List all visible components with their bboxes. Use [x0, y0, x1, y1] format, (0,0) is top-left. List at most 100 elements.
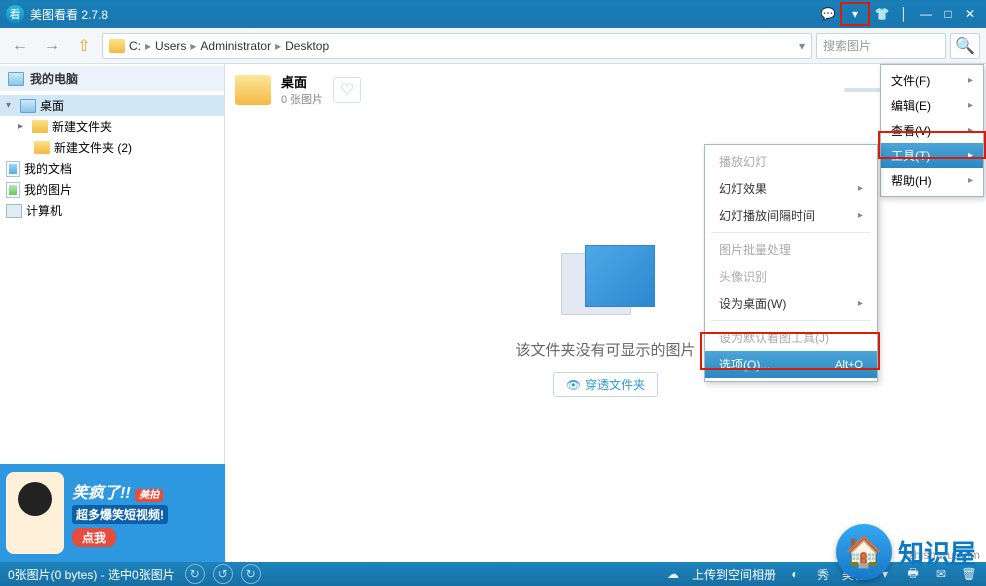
tree-label: 新建文件夹 (2)	[54, 139, 132, 156]
weibo-icon[interactable]: ◐	[786, 565, 804, 583]
folder-header: 桌面 0 张图片 ♡ 序 ▾	[225, 64, 986, 115]
menu-file[interactable]: 文件(F)▸	[881, 68, 983, 93]
submenu-slide-interval[interactable]: 幻灯播放间隔时间▸	[705, 202, 877, 229]
logo-icon: 🏠	[836, 524, 892, 580]
sidebar: 我的电脑 ▾ 桌面 ▸ 新建文件夹 新建文件夹 (2) 我的文档	[0, 64, 225, 562]
ad-button[interactable]: 点我	[72, 528, 116, 547]
refresh-icon[interactable]: ↻	[185, 564, 205, 584]
submenu-wallpaper[interactable]: 设为桌面(W)▸	[705, 290, 877, 317]
see-through-button[interactable]: 👁 穿透文件夹	[553, 372, 658, 397]
ad-character	[6, 472, 64, 554]
site-logo: 🏠 知识屋	[836, 524, 976, 580]
folder-icon	[32, 120, 48, 133]
chevron-down-icon[interactable]: ▾	[799, 39, 805, 53]
main-panel: 桌面 0 张图片 ♡ 序 ▾ 该文件夹没有可显示的图片 👁 穿透文件夹	[225, 64, 986, 562]
tree-item-folder[interactable]: 新建文件夹 (2)	[0, 137, 224, 158]
drive-icon	[109, 39, 125, 53]
menu-trigger-icon[interactable]: ▾	[845, 5, 865, 23]
folder-name: 桌面	[281, 72, 323, 91]
chevron-right-icon: ▸	[858, 210, 863, 221]
chevron-right-icon: ▸	[858, 183, 863, 194]
chevron-right-icon: ▸	[145, 39, 151, 53]
menu-view[interactable]: 查看(V)▸	[881, 118, 983, 143]
tree-item-computer[interactable]: 计算机	[0, 200, 224, 221]
main-menu: 文件(F)▸ 编辑(E)▸ 查看(V)▸ 工具(T)▸ 帮助(H)▸	[880, 64, 984, 197]
breadcrumb[interactable]: C: ▸ Users ▸ Administrator ▸ Desktop ▾	[102, 33, 812, 59]
separator-icon: │	[894, 5, 914, 23]
expand-icon[interactable]: ▸	[18, 121, 28, 132]
chevron-right-icon: ▸	[858, 298, 863, 309]
app-icon: 看	[6, 5, 24, 23]
submenu-batch[interactable]: 图片批量处理	[705, 236, 877, 263]
sidebar-header: 我的电脑	[0, 66, 224, 91]
submenu-default-viewer[interactable]: 设为默认看图工具(J)	[705, 324, 877, 351]
tree-label: 我的文档	[24, 160, 72, 177]
search-input[interactable]: 搜索图片	[816, 33, 946, 59]
tree-item-desktop[interactable]: ▾ 桌面	[0, 95, 224, 116]
titlebar: 看 美图看看 2.7.8 💬 ▾ 👕 │ — □ ✕	[0, 0, 986, 28]
tree-item-mypics[interactable]: 我的图片	[0, 179, 224, 200]
collapse-icon[interactable]: ▾	[6, 100, 16, 111]
tools-submenu: 播放幻灯 幻灯效果▸ 幻灯播放间隔时间▸ 图片批量处理 头像识别 设为桌面(W)…	[704, 144, 878, 382]
computer-icon	[8, 72, 24, 86]
chat-icon[interactable]: 💬	[818, 5, 838, 23]
eye-icon: 👁	[566, 378, 581, 392]
ad-line2: 超多爆笑短视频!	[72, 505, 168, 524]
forward-button[interactable]: →	[38, 32, 66, 60]
ad-text: 笑疯了!! 美拍 超多爆笑短视频! 点我	[72, 479, 168, 547]
close-button[interactable]: ✕	[960, 5, 980, 23]
submenu-options[interactable]: 选项(O)...Alt+O	[705, 351, 877, 378]
tree-label: 我的图片	[24, 181, 72, 198]
chevron-right-icon: ▸	[968, 175, 973, 186]
folder-icon	[235, 75, 271, 105]
sidebar-header-label: 我的电脑	[30, 70, 78, 87]
menu-help[interactable]: 帮助(H)▸	[881, 168, 983, 193]
status-text: 0张图片(0 bytes) - 选中0张图片	[8, 566, 175, 583]
shirt-icon[interactable]: 👕	[872, 5, 892, 23]
tree: ▾ 桌面 ▸ 新建文件夹 新建文件夹 (2) 我的文档 我的图片	[0, 91, 224, 225]
upload-label[interactable]: 上传到空间相册	[692, 566, 776, 583]
search-placeholder: 搜索图片	[823, 37, 871, 54]
tree-item-folder[interactable]: ▸ 新建文件夹	[0, 116, 224, 137]
chevron-right-icon: ▸	[968, 150, 973, 161]
cloud-icon[interactable]: ☁	[664, 565, 682, 583]
chevron-right-icon: ▸	[968, 100, 973, 111]
breadcrumb-item[interactable]: Users	[155, 39, 186, 53]
favorite-button[interactable]: ♡	[333, 77, 361, 103]
toolbar: ← → ⇧ C: ▸ Users ▸ Administrator ▸ Deskt…	[0, 28, 986, 64]
search-button[interactable]: 🔍	[950, 33, 980, 59]
rotate-left-icon[interactable]: ↺	[213, 564, 233, 584]
xiu-icon[interactable]: 秀	[814, 565, 832, 583]
ad-line1: 笑疯了!!	[72, 485, 131, 502]
up-button[interactable]: ⇧	[70, 32, 98, 60]
menu-trigger-highlight: ▾	[840, 2, 870, 26]
back-button[interactable]: ←	[6, 32, 34, 60]
tree-label: 桌面	[40, 97, 64, 114]
ad-banner[interactable]: 笑疯了!! 美拍 超多爆笑短视频! 点我	[0, 464, 225, 562]
logo-text: 知识屋	[898, 534, 976, 571]
chevron-right-icon: ▸	[968, 75, 973, 86]
chevron-right-icon: ▸	[190, 39, 196, 53]
chevron-right-icon: ▸	[275, 39, 281, 53]
submenu-face[interactable]: 头像识别	[705, 263, 877, 290]
desktop-icon	[20, 99, 36, 113]
breadcrumb-item[interactable]: Administrator	[200, 39, 271, 53]
tree-label: 新建文件夹	[52, 118, 112, 135]
breadcrumb-item[interactable]: Desktop	[285, 39, 329, 53]
minimize-button[interactable]: —	[916, 5, 936, 23]
submenu-slideshow[interactable]: 播放幻灯	[705, 148, 877, 175]
app-title: 美图看看 2.7.8	[30, 6, 818, 23]
rotate-right-icon[interactable]: ↻	[241, 564, 261, 584]
document-icon	[6, 161, 20, 177]
menu-tools[interactable]: 工具(T)▸	[881, 143, 983, 168]
ad-brand: 美拍	[135, 489, 163, 502]
maximize-button[interactable]: □	[938, 5, 958, 23]
tree-item-mydocs[interactable]: 我的文档	[0, 158, 224, 179]
folder-count: 0 张图片	[281, 91, 323, 107]
breadcrumb-drive[interactable]: C:	[129, 39, 141, 53]
submenu-slide-effect[interactable]: 幻灯效果▸	[705, 175, 877, 202]
body: 我的电脑 ▾ 桌面 ▸ 新建文件夹 新建文件夹 (2) 我的文档	[0, 64, 986, 562]
menu-edit[interactable]: 编辑(E)▸	[881, 93, 983, 118]
see-through-label: 穿透文件夹	[585, 376, 645, 393]
pc-icon	[6, 204, 22, 218]
